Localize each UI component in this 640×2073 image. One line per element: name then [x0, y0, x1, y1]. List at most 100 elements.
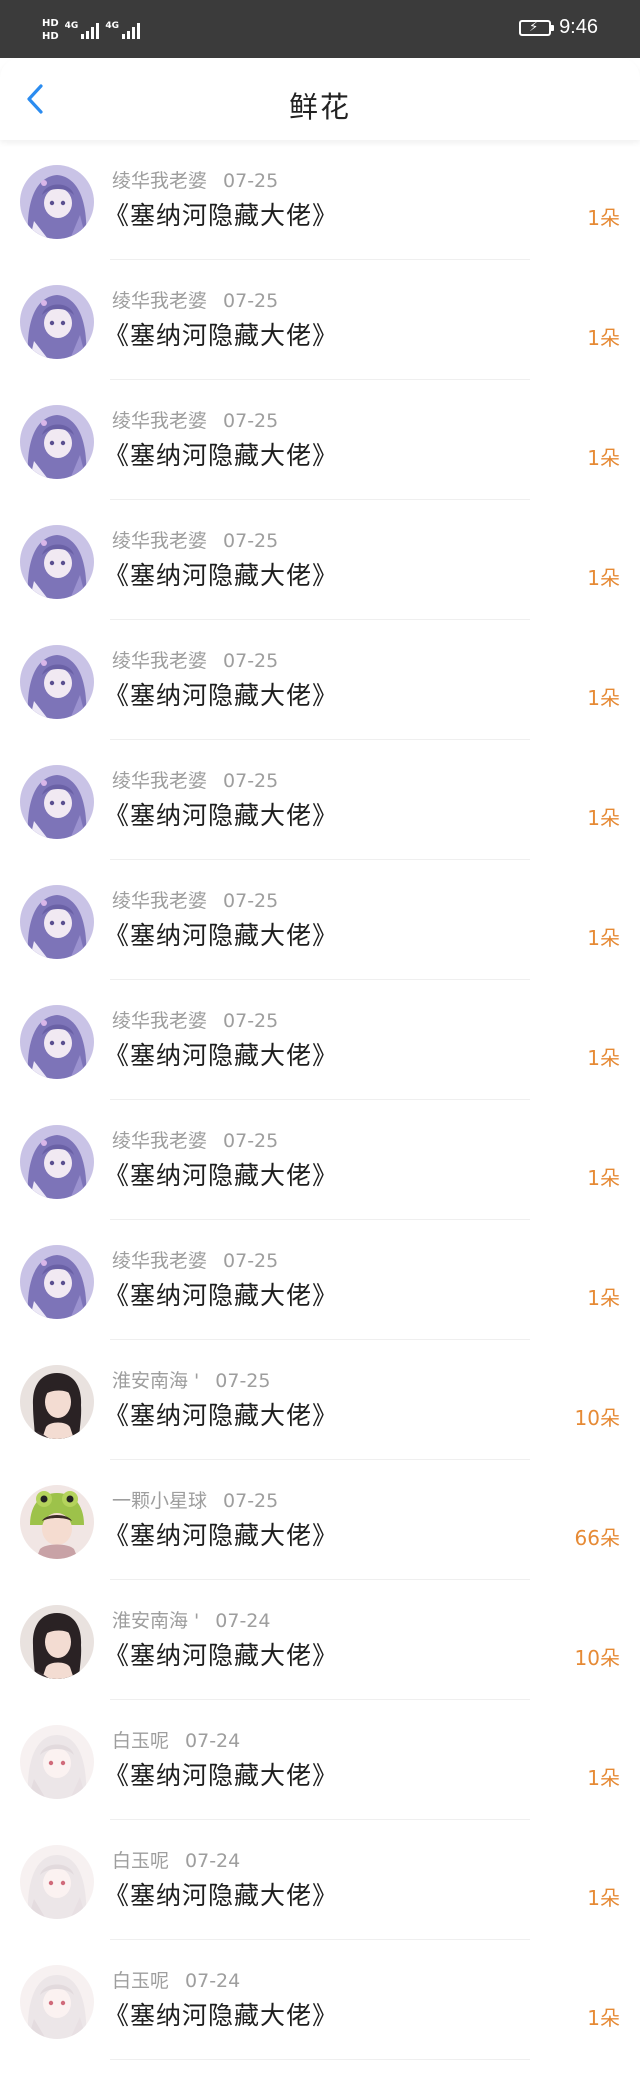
list-item[interactable]: 绫华我老婆 07-25 《塞纳河隐藏大佬》 1朵: [0, 1220, 640, 1340]
item-date: 07-25: [223, 410, 279, 432]
book-title: 《塞纳河隐藏大佬》: [104, 921, 339, 950]
avatar[interactable]: [20, 165, 94, 239]
list-item[interactable]: 绫华我老婆 07-25 《塞纳河隐藏大佬》 1朵: [0, 1100, 640, 1220]
list-item[interactable]: 淮安南海 ' 07-25 《塞纳河隐藏大佬》 10朵: [0, 1340, 640, 1460]
flower-count: 1朵: [587, 1166, 620, 1190]
flower-count: 1朵: [587, 2006, 620, 2030]
item-meta: 绫华我老婆 07-25: [112, 886, 278, 913]
flower-count: 1朵: [587, 806, 620, 830]
flower-count: 1朵: [587, 686, 620, 710]
book-title: 《塞纳河隐藏大佬》: [104, 1281, 339, 1310]
avatar[interactable]: [20, 885, 94, 959]
user-name: 绫华我老婆: [112, 1250, 208, 1272]
flower-count: 1朵: [587, 1766, 620, 1790]
user-name: 绫华我老婆: [112, 1010, 208, 1032]
avatar[interactable]: [20, 1605, 94, 1679]
book-title: 《塞纳河隐藏大佬》: [104, 1161, 339, 1190]
book-title: 《塞纳河隐藏大佬》: [104, 1761, 339, 1790]
user-name: 绫华我老婆: [112, 410, 208, 432]
user-name: 淮安南海 ': [112, 1610, 200, 1632]
list-item[interactable]: 绫华我老婆 07-25 《塞纳河隐藏大佬》 1朵: [0, 260, 640, 380]
book-title: 《塞纳河隐藏大佬》: [104, 1641, 339, 1670]
list-item[interactable]: 绫华我老婆 07-25 《塞纳河隐藏大佬》 1朵: [0, 980, 640, 1100]
item-date: 07-25: [223, 170, 279, 192]
user-name: 淮安南海 ': [112, 1370, 200, 1392]
status-bar: HD HD 4G 4G ⚡ 9:46: [0, 0, 640, 58]
user-name: 绫华我老婆: [112, 530, 208, 552]
avatar[interactable]: [20, 1125, 94, 1199]
item-date: 07-24: [185, 1850, 241, 1872]
item-meta: 绫华我老婆 07-25: [112, 406, 278, 433]
list-item[interactable]: 绫华我老婆 07-25 《塞纳河隐藏大佬》 1朵: [0, 380, 640, 500]
item-meta: 白玉呢 07-24: [112, 1726, 240, 1753]
avatar[interactable]: [20, 1965, 94, 2039]
list-item[interactable]: 绫华我老婆 07-25 《塞纳河隐藏大佬》 1朵: [0, 740, 640, 860]
book-title: 《塞纳河隐藏大佬》: [104, 2001, 339, 2030]
item-meta: 白玉呢 07-24: [112, 1846, 240, 1873]
book-title: 《塞纳河隐藏大佬》: [104, 1041, 339, 1070]
flower-count: 66朵: [574, 1526, 620, 1550]
user-name: 绫华我老婆: [112, 770, 208, 792]
user-name: 绫华我老婆: [112, 290, 208, 312]
flower-count: 1朵: [587, 326, 620, 350]
list-item[interactable]: 绫华我老婆 07-25 《塞纳河隐藏大佬》 1朵: [0, 140, 640, 260]
avatar[interactable]: [20, 765, 94, 839]
user-name: 白玉呢: [112, 1850, 170, 1872]
page-title: 鲜花: [288, 90, 351, 124]
flower-count: 1朵: [587, 1286, 620, 1310]
book-title: 《塞纳河隐藏大佬》: [104, 441, 339, 470]
avatar[interactable]: [20, 1845, 94, 1919]
item-date: 07-25: [223, 290, 279, 312]
flower-count: 1朵: [587, 446, 620, 470]
list-item[interactable]: 绫华我老婆 07-25 《塞纳河隐藏大佬》 1朵: [0, 620, 640, 740]
avatar[interactable]: [20, 1485, 94, 1559]
avatar[interactable]: [20, 1005, 94, 1079]
flower-list: 淮安南海 '昨天 21:38《塞纳河隐藏大佬》10朵绫华我老婆07-25《塞纳河…: [0, 20, 640, 2060]
item-date: 07-25: [223, 1250, 279, 1272]
avatar[interactable]: [20, 525, 94, 599]
list-item[interactable]: 一颗小星球 07-25 《塞纳河隐藏大佬》 66朵: [0, 1460, 640, 1580]
avatar[interactable]: [20, 285, 94, 359]
avatar[interactable]: [20, 645, 94, 719]
item-meta: 绫华我老婆 07-25: [112, 766, 278, 793]
list-item[interactable]: 白玉呢 07-24 《塞纳河隐藏大佬》 1朵: [0, 1820, 640, 1940]
user-name: 绫华我老婆: [112, 170, 208, 192]
user-name: 绫华我老婆: [112, 890, 208, 912]
item-date: 07-25: [223, 1490, 279, 1512]
avatar[interactable]: [20, 1365, 94, 1439]
list-item[interactable]: 淮安南海 ' 07-24 《塞纳河隐藏大佬》 10朵: [0, 1580, 640, 1700]
list-item[interactable]: 绫华我老婆 07-25 《塞纳河隐藏大佬》 1朵: [0, 860, 640, 980]
flower-count: 1朵: [587, 1046, 620, 1070]
item-meta: 绫华我老婆 07-25: [112, 646, 278, 673]
flower-count: 10朵: [574, 1646, 620, 1670]
list-item[interactable]: 绫华我老婆 07-25 《塞纳河隐藏大佬》 1朵: [0, 500, 640, 620]
item-meta: 白玉呢 07-24: [112, 1966, 240, 1993]
hd-badge: HD: [42, 18, 59, 29]
avatar[interactable]: [20, 1245, 94, 1319]
book-title: 《塞纳河隐藏大佬》: [104, 321, 339, 350]
list-item[interactable]: 白玉呢 07-24 《塞纳河隐藏大佬》 1朵: [0, 1940, 640, 2060]
avatar[interactable]: [20, 1725, 94, 1799]
user-name: 绫华我老婆: [112, 650, 208, 672]
user-name: 白玉呢: [112, 1970, 170, 1992]
item-meta: 淮安南海 ' 07-24: [112, 1606, 270, 1633]
book-title: 《塞纳河隐藏大佬》: [104, 1881, 339, 1910]
book-title: 《塞纳河隐藏大佬》: [104, 801, 339, 830]
clock: 9:46: [559, 16, 598, 38]
avatar[interactable]: [20, 405, 94, 479]
item-meta: 绫华我老婆 07-25: [112, 166, 278, 193]
item-meta: 绫华我老婆 07-25: [112, 526, 278, 553]
item-meta: 绫华我老婆 07-25: [112, 1126, 278, 1153]
nav-header: 鲜花: [0, 58, 640, 140]
flower-count: 1朵: [587, 1886, 620, 1910]
item-meta: 绫华我老婆 07-25: [112, 1006, 278, 1033]
item-meta: 绫华我老婆 07-25: [112, 286, 278, 313]
item-date: 07-24: [215, 1610, 271, 1632]
flower-count: 10朵: [574, 1406, 620, 1430]
item-date: 07-25: [223, 770, 279, 792]
item-date: 07-24: [185, 1730, 241, 1752]
book-title: 《塞纳河隐藏大佬》: [104, 1401, 339, 1430]
user-name: 一颗小星球: [112, 1490, 208, 1512]
list-item[interactable]: 白玉呢 07-24 《塞纳河隐藏大佬》 1朵: [0, 1700, 640, 1820]
hd-badge: HD: [42, 31, 59, 42]
